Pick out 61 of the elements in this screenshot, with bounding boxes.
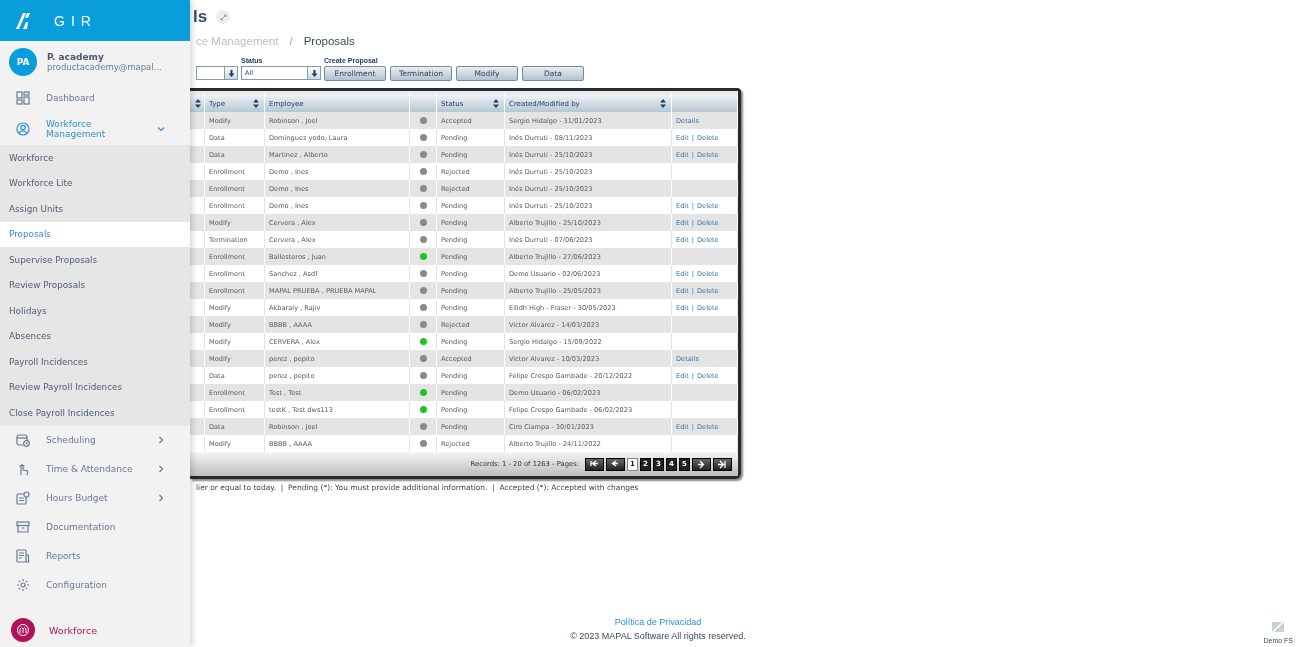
app-switcher-icon[interactable]: [11, 618, 35, 642]
arrow-icon: [590, 459, 599, 469]
submenu-item[interactable]: Absences: [0, 323, 190, 349]
document-clock-icon: [16, 491, 30, 505]
dropdown-button[interactable]: [307, 67, 320, 79]
sort-icon[interactable]: [195, 99, 201, 108]
submenu-item[interactable]: Payroll Incidences: [0, 349, 190, 375]
table-cell: [190, 112, 205, 129]
pager-last-button[interactable]: [713, 457, 732, 471]
report-icon: [16, 549, 30, 563]
copyright-text: © 2023 MAPAL Software All rights reserved.: [570, 631, 746, 641]
submenu-item[interactable]: Holidays: [0, 298, 190, 324]
submenu-item[interactable]: Review Proposals: [0, 272, 190, 298]
menu-item[interactable]: Reports: [0, 541, 190, 571]
dropdown-field[interactable]: [196, 66, 238, 80]
column-header[interactable]: [190, 91, 205, 112]
logo-icon: [14, 11, 32, 30]
chevron-icon: [157, 436, 165, 444]
menu-item[interactable]: Configuration: [0, 570, 190, 600]
pager-next-button[interactable]: [692, 457, 711, 471]
submenu-item[interactable]: Workforce: [0, 145, 190, 171]
sort-icon[interactable]: [660, 99, 666, 108]
expand-icon[interactable]: [216, 10, 231, 24]
privacy-link[interactable]: Política de Privacidad: [614, 617, 702, 627]
submenu-item[interactable]: Close Payroll Incidences: [0, 400, 190, 426]
submenu-item[interactable]: Workforce Lite: [0, 170, 190, 196]
sort-icon[interactable]: [493, 99, 499, 108]
user-avatar: PA: [9, 48, 37, 76]
submenu-item[interactable]: Assign Units: [0, 196, 190, 222]
table-cell: [190, 435, 205, 452]
calendar-clock-icon: [16, 433, 30, 447]
app-name[interactable]: Workforce: [49, 624, 97, 636]
menu-item[interactable]: Dashboard: [0, 83, 190, 112]
user-name: P. academy: [47, 52, 105, 62]
breadcrumb-separator: /: [289, 35, 293, 47]
menu-item[interactable]: Workforce Management: [0, 112, 190, 145]
dropdown-button[interactable]: [224, 67, 237, 79]
menu-item[interactable]: Time & Attendance: [0, 454, 190, 484]
dashboard-icon: [16, 90, 30, 105]
pager-first-button[interactable]: [585, 457, 604, 471]
submenu-item[interactable]: Proposals: [0, 221, 190, 247]
submenu-item[interactable]: Review Payroll Incidences: [0, 374, 190, 400]
settings-icon: [16, 578, 30, 592]
user-email: productacademy@mapal...: [47, 62, 162, 72]
menu-item[interactable]: Scheduling: [0, 425, 190, 455]
sort-icon[interactable]: [253, 99, 259, 108]
app-logo-text: GIR: [54, 12, 97, 29]
chevron-icon: [157, 494, 165, 502]
archive-icon: [16, 520, 30, 534]
chevron-icon: [157, 124, 165, 133]
arrow-icon: [697, 459, 706, 469]
menu-item[interactable]: Hours Budget: [0, 483, 190, 513]
arrow-icon: [718, 459, 727, 469]
breadcrumb-current: Proposals: [303, 35, 355, 47]
arrow-icon: [611, 459, 620, 469]
user-icon: [16, 121, 30, 136]
submenu-item[interactable]: Supervise Proposals: [0, 247, 190, 273]
menu-item[interactable]: Documentation: [0, 512, 190, 542]
page-title: ls: [193, 7, 208, 27]
pager-prev-button[interactable]: [606, 457, 625, 471]
chevron-icon: [157, 465, 165, 473]
